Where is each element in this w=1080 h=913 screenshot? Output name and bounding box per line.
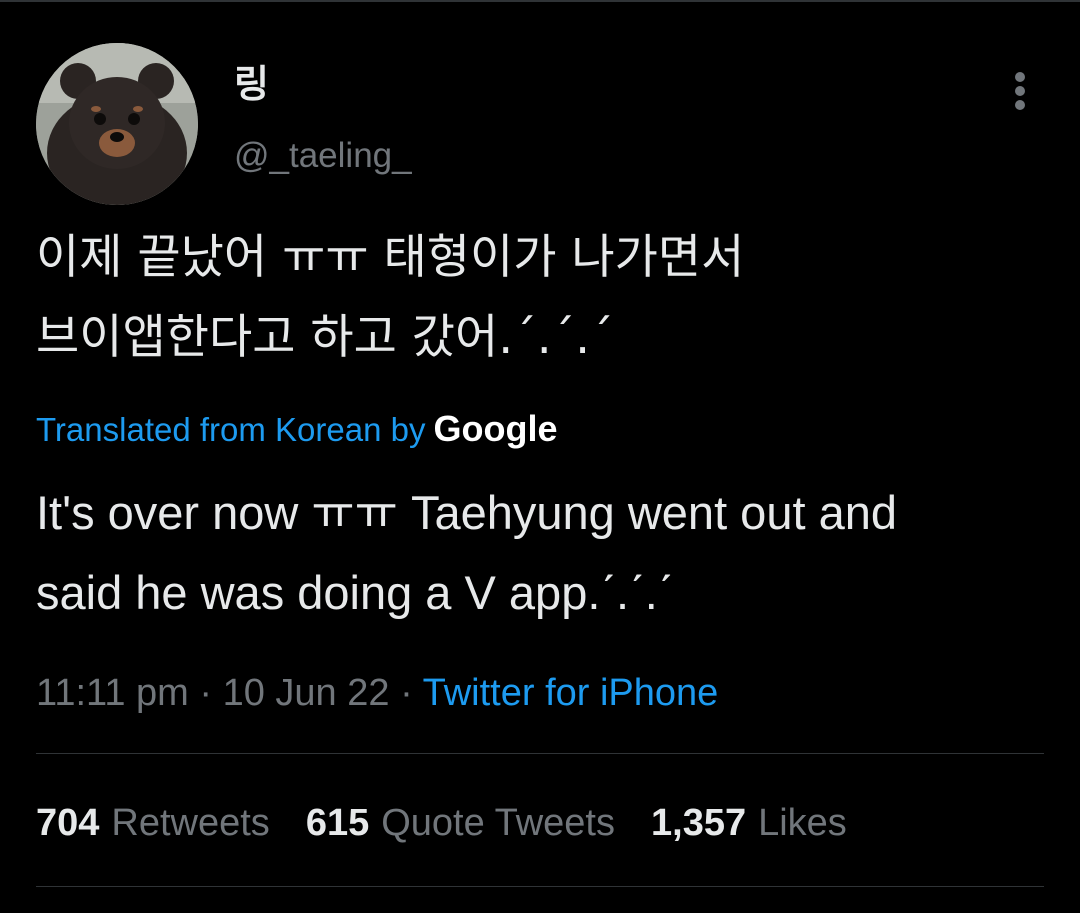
retweets-stat[interactable]: 704 Retweets [36,800,270,846]
divider [36,753,1044,754]
translated-from-link[interactable]: Translated from Korean by [36,411,425,448]
meta-separator: · [188,672,223,714]
translation-line-2: said he was doing a V app.ˊ.ˊ.ˊ [36,566,674,619]
meta-separator-2: · [389,672,423,714]
tweet-text-line-1: 이제 끝났어 ㅠㅠ 태형이가 나가면서 [36,230,745,285]
translation-text: It's over now ㅠㅠ Taehyung went out and sa… [36,473,1046,633]
google-logo: Google [433,408,558,449]
more-options-button[interactable] [1005,70,1035,112]
tweet-meta: 11:11 pm · 10 Jun 22 · Twitter for iPhon… [36,670,718,716]
more-dots-icon-bottom [1015,100,1025,110]
tweet-time[interactable]: 11:11 pm [36,672,189,714]
quote-tweets-count: 615 [305,802,370,844]
quote-tweets-stat[interactable]: 615 Quote Tweets [306,800,615,846]
retweets-count: 704 [36,802,100,844]
tweet-stats: 704 Retweets 615 Quote Tweets 1,357 Likes [36,800,883,846]
more-dots-icon [1015,72,1025,82]
user-handle[interactable]: @_taeling_ [234,138,412,173]
tweet-date[interactable]: 10 Jun 22 [223,672,390,714]
quote-tweets-label: Quote Tweets [381,802,615,844]
likes-count: 1,357 [651,802,747,844]
retweets-label: Retweets [111,802,270,844]
bear-puppy-avatar-icon [36,43,198,205]
more-dots-icon-mid [1015,86,1025,96]
source-link[interactable]: Twitter for iPhone [423,672,719,714]
tweet-text-line-2: 브이앱한다고 하고 갔어.ˊ.ˊ.ˊ [36,310,614,365]
tweet-text: 이제 끝났어 ㅠㅠ 태형이가 나가면서브이앱한다고 하고 갔어.ˊ.ˊ.ˊ [36,218,1046,378]
translation-attribution: Translated from Korean by Google [36,409,557,450]
likes-stat[interactable]: 1,357 Likes [651,800,847,846]
avatar[interactable] [36,43,198,205]
likes-label: Likes [758,802,847,844]
display-name[interactable]: 링 [234,66,269,104]
top-divider [0,0,1080,2]
divider-bottom [36,886,1044,887]
translation-line-1: It's over now ㅠㅠ Taehyung went out and [36,486,897,539]
